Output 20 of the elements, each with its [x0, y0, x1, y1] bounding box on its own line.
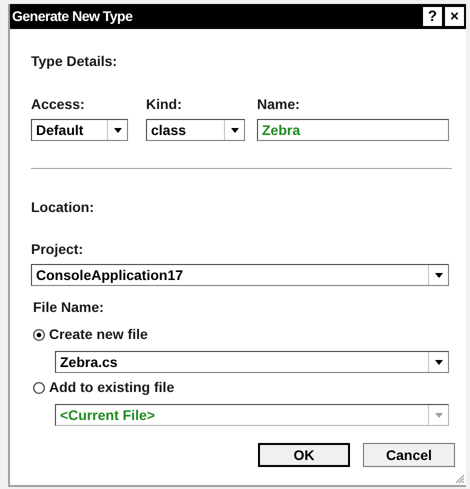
- dropdown[interactable]: class: [146, 119, 245, 141]
- field-label: File Name:: [33, 299, 104, 315]
- field-label: Access:: [31, 95, 86, 114]
- dialog-button[interactable]: Cancel: [363, 443, 455, 467]
- dropdown[interactable]: ConsoleApplication17: [31, 264, 449, 286]
- field-label: Name:: [257, 95, 301, 114]
- field-label: Kind:: [146, 95, 183, 114]
- section-heading: Type Details:: [31, 52, 118, 71]
- dropdown[interactable]: Zebra.cs: [55, 351, 449, 373]
- radio-label[interactable]: Create new file: [49, 324, 148, 345]
- resize-grip-icon[interactable]: [454, 473, 465, 484]
- window-title: Generate New Type: [12, 7, 134, 26]
- close-button[interactable]: ×: [445, 7, 464, 26]
- help-button[interactable]: ?: [423, 7, 442, 26]
- field-label: Project:: [31, 241, 84, 257]
- dialog-button[interactable]: OK: [258, 443, 350, 467]
- name-field[interactable]: Zebra: [257, 119, 449, 141]
- dropdown[interactable]: Default: [31, 119, 128, 141]
- radio-icon[interactable]: [33, 328, 45, 340]
- section-heading: Location:: [31, 198, 95, 217]
